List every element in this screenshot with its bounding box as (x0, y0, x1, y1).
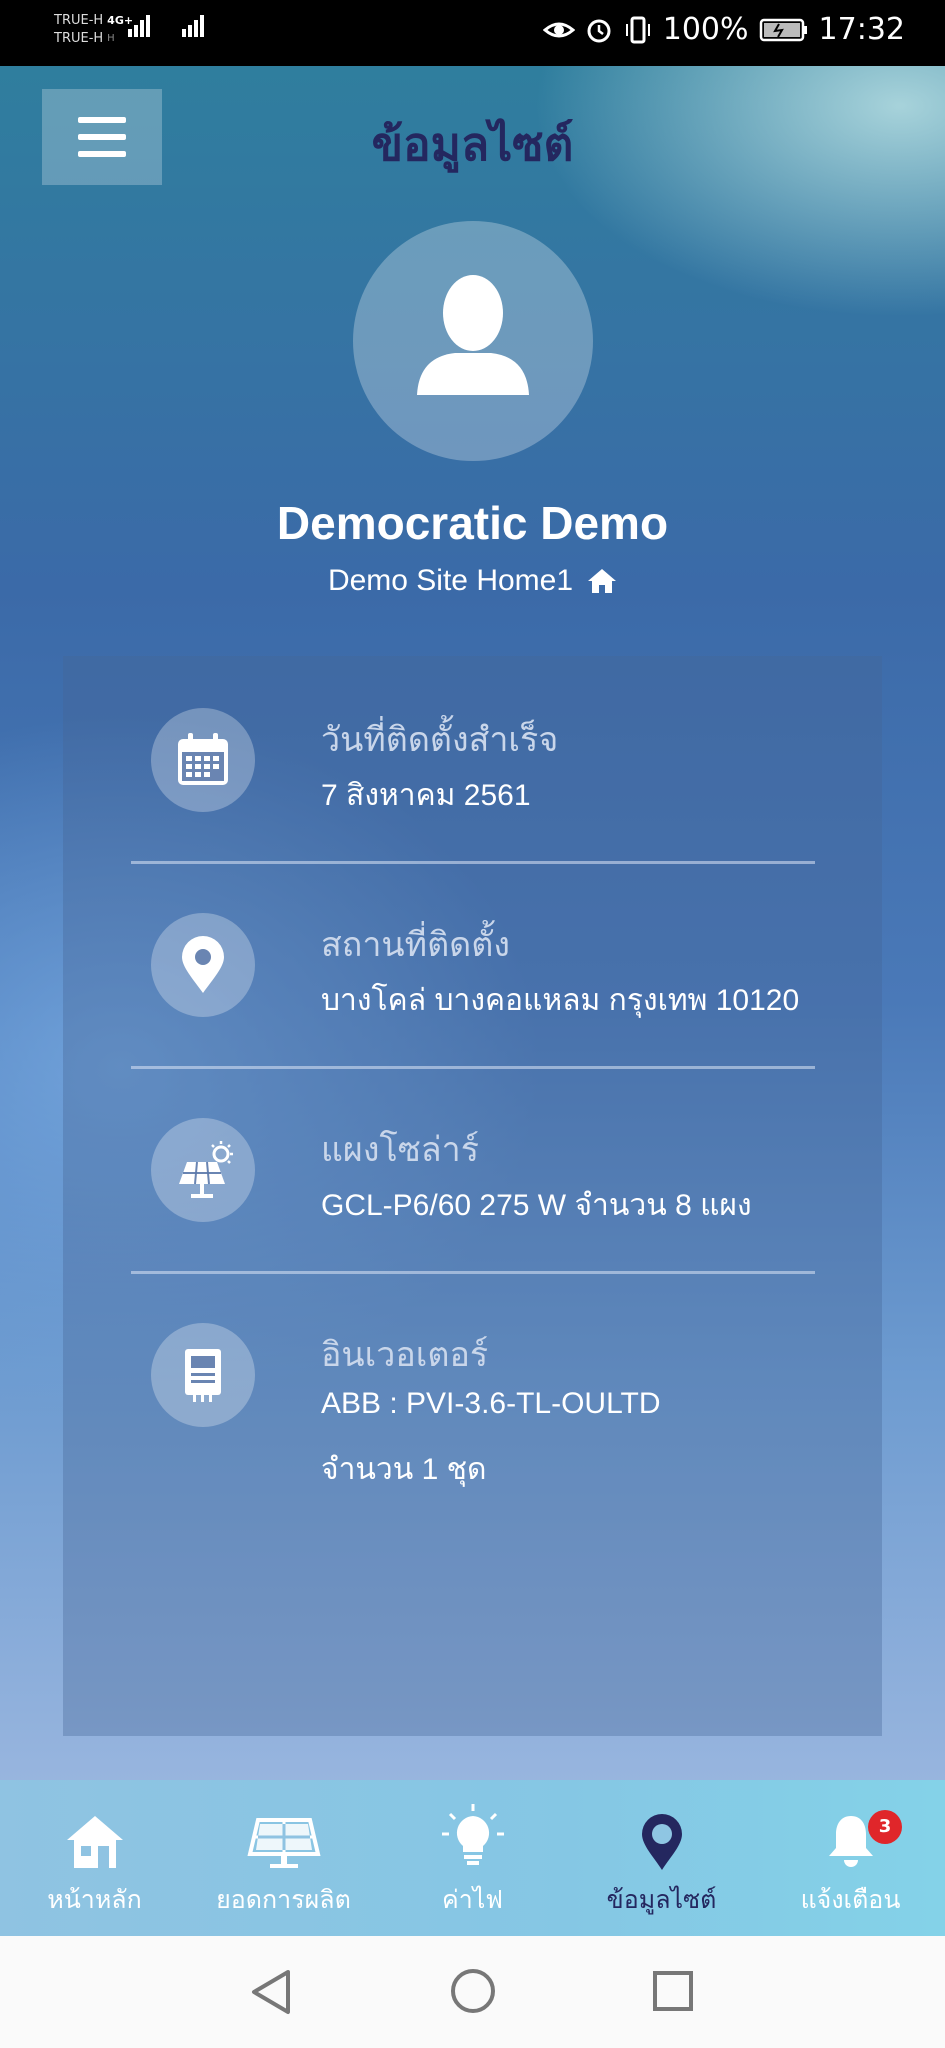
inverter-icon (151, 1323, 255, 1427)
divider (131, 1066, 815, 1069)
status-bar: TRUE-H 4G+ TRUE-H H 100% 17:32 (0, 0, 945, 66)
location-pin-icon (151, 913, 255, 1017)
page-title: ข้อมูลไซต์ (371, 117, 574, 171)
solar-panel-icon (151, 1118, 255, 1222)
eye-icon (542, 22, 575, 37)
home-icon (588, 569, 617, 593)
notification-badge: 3 (868, 1810, 902, 1844)
inverter-model-value: ABB : PVI-3.6-TL-OULTD (321, 1387, 661, 1420)
solar-panel-value: GCL-P6/60 275 W จำนวน 8 แผง (321, 1189, 752, 1222)
site-name-row: Demo Site Home1 (0, 564, 945, 598)
tab-home[interactable]: หน้าหลัก (0, 1780, 189, 1936)
battery-icon (759, 18, 807, 41)
tab-home-label: หน้าหลัก (47, 1885, 142, 1914)
tab-electricity-cost[interactable]: ค่าไฟ (378, 1780, 567, 1936)
home-icon (66, 1816, 123, 1868)
location-label: สถานที่ติดตั้ง (321, 925, 510, 965)
light-bulb-icon (441, 1804, 504, 1865)
install-date-label: วันที่ติดตั้งสำเร็จ (321, 720, 559, 760)
inverter-label: อินเวอเตอร์ (321, 1335, 489, 1375)
carrier-1-label: TRUE-H (54, 13, 104, 28)
bottom-tab-bar: หน้าหลัก ยอดการผลิต ค่าไฟ ข้อมูลไซต์ 3 แ… (0, 1780, 945, 1936)
tab-production[interactable]: ยอดการผลิต (189, 1780, 378, 1936)
solar-panel-label: แผงโซล่าร์ (321, 1130, 479, 1170)
carrier-2-label: TRUE-H (54, 31, 104, 46)
solar-panel-icon (246, 1818, 321, 1868)
alarm-icon (587, 19, 611, 42)
status-right: 100% 17:32 (542, 12, 905, 47)
avatar (353, 221, 593, 461)
tab-electricity-cost-label: ค่าไฟ (441, 1885, 504, 1914)
recents-button[interactable] (652, 1970, 694, 2012)
tab-site-info-label: ข้อมูลไซต์ (606, 1885, 717, 1914)
signal-1-icon (128, 15, 150, 37)
tab-site-info[interactable]: ข้อมูลไซต์ (567, 1780, 756, 1936)
site-info-screen: ข้อมูลไซต์ Democratic Demo Demo Site Hom… (0, 66, 945, 1936)
signal-2-icon (182, 15, 204, 37)
site-name: Demo Site Home1 (327, 564, 574, 597)
carrier-info: TRUE-H 4G+ TRUE-H H (54, 12, 133, 48)
back-button[interactable] (250, 1968, 292, 2016)
site-info-card: วันที่ติดตั้งสำเร็จ 7 สิงหาคม 2561 สถานท… (63, 656, 882, 1736)
user-name: Democratic Demo (276, 497, 669, 549)
user-icon (417, 275, 529, 395)
divider (131, 1271, 815, 1274)
location-value: บางโคล่ บางคอแหลม กรุงเทพ 10120 (321, 984, 800, 1017)
location-pin-icon (641, 1814, 682, 1870)
tab-production-label: ยอดการผลิต (216, 1885, 351, 1914)
home-button[interactable] (450, 1968, 496, 2014)
divider (131, 861, 815, 864)
tab-notifications[interactable]: 3 แจ้งเตือน (756, 1780, 945, 1936)
battery-percent: 100% (662, 12, 749, 47)
system-nav-bar (0, 1936, 945, 2048)
vibrate-icon (625, 16, 650, 43)
clock: 17:32 (818, 12, 905, 47)
install-date-value: 7 สิงหาคม 2561 (321, 779, 531, 812)
calendar-icon (151, 708, 255, 812)
network-2-label: H (107, 33, 115, 44)
tab-notifications-label: แจ้งเตือน (800, 1885, 901, 1914)
inverter-count-value: จำนวน 1 ชุด (321, 1453, 487, 1486)
